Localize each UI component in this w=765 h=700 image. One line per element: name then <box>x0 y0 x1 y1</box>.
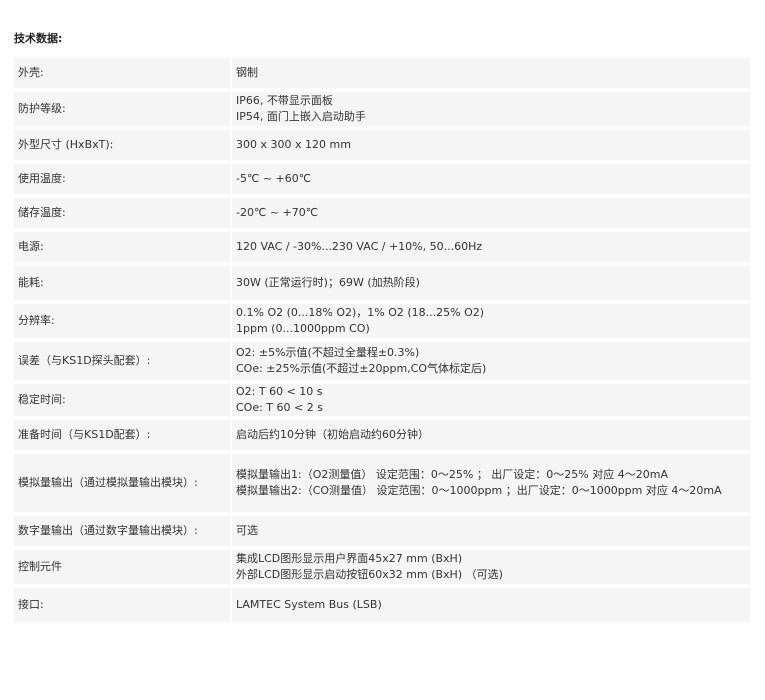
spec-value-line: 启动后约10分钟（初始启动约60分钟） <box>236 428 429 441</box>
spec-label: 控制元件 <box>14 550 232 584</box>
spec-value-line: 300 x 300 x 120 mm <box>236 138 351 151</box>
spec-label: 外壳: <box>14 58 232 88</box>
spec-value-line: COe: ±25%示值(不超过±20ppm,CO气体标定后) <box>236 362 487 375</box>
spec-value-line: COe: T 60 < 2 s <box>236 401 323 414</box>
spec-row: 数字量输出（通过数字量输出模块）: 可选 <box>14 516 750 546</box>
spec-value-line: 外部LCD图形显示启动按钮60x32 mm (BxH) （可选) <box>236 568 503 581</box>
spec-row: 储存温度: -20℃ ~ +70℃ <box>14 198 750 228</box>
spec-value-line: 120 VAC / -30%...230 VAC / +10%, 50...60… <box>236 240 483 253</box>
spec-value: 集成LCD图形显示用户界面45x27 mm (BxH) 外部LCD图形显示启动按钮… <box>232 550 750 584</box>
spec-value-line: 1ppm (0...1000ppm CO) <box>236 322 370 335</box>
spec-table-body: 外壳: 钢制 防护等级: IP66, 不带显示面板 IP54, 面门上嵌入启动助手 外型尺… <box>14 58 750 622</box>
spec-value: 可选 <box>232 516 750 546</box>
spec-label: 数字量输出（通过数字量输出模块）: <box>14 516 232 546</box>
spec-value-line: 模拟量输出1:（O2测量值） 设定范围：0～25% ； 出厂设定：0～25% 对… <box>236 468 668 481</box>
spec-value-line: 0.1% O2 (0...18% O2)，1% O2 (18...25% O2) <box>236 306 485 319</box>
spec-value: 启动后约10分钟（初始启动约60分钟） <box>232 420 750 450</box>
spec-label: 稳定时间: <box>14 384 232 416</box>
spec-value-line: IP54, 面门上嵌入启动助手 <box>236 110 366 123</box>
spec-row: 使用温度: -5℃ ~ +60℃ <box>14 164 750 194</box>
spec-value: O2: ±5%示值(不超过全量程±0.3%) COe: ±25%示值(不超过±20… <box>232 342 750 380</box>
spec-value: LAMTEC System Bus (LSB) <box>232 588 750 622</box>
spec-value-line: 集成LCD图形显示用户界面45x27 mm (BxH) <box>236 552 463 565</box>
spec-value: -5℃ ~ +60℃ <box>232 164 750 194</box>
spec-label: 能耗: <box>14 266 232 300</box>
spec-label: 误差（与KS1D探头配套）: <box>14 342 232 380</box>
spec-row: 电源: 120 VAC / -30%...230 VAC / +10%, 50..… <box>14 232 750 262</box>
spec-page: 技术数据: 外壳: 钢制 防护等级: IP66, 不带显示面板 IP54, 面门上嵌入启… <box>14 30 750 626</box>
spec-value: O2: T 60 < 10 s COe: T 60 < 2 s <box>232 384 750 416</box>
spec-label: 准备时间（与KS1D配套）: <box>14 420 232 450</box>
spec-row: 接口: LAMTEC System Bus (LSB) <box>14 588 750 622</box>
spec-row: 能耗: 30W (正常运行时)；69W (加热阶段) <box>14 266 750 300</box>
spec-row: 准备时间（与KS1D配套）: 启动后约10分钟（初始启动约60分钟） <box>14 420 750 450</box>
spec-value: 钢制 <box>232 58 750 88</box>
spec-value: 300 x 300 x 120 mm <box>232 130 750 160</box>
spec-label: 电源: <box>14 232 232 262</box>
spec-value-line: O2: ±5%示值(不超过全量程±0.3%) <box>236 346 420 359</box>
spec-value-line: 模拟量输出2:（CO测量值） 设定范围：0～1000ppm ；出厂设定：0～10… <box>236 484 722 497</box>
spec-row: 外壳: 钢制 <box>14 58 750 88</box>
spec-row: 控制元件 集成LCD图形显示用户界面45x27 mm (BxH) 外部LCD图形显示… <box>14 550 750 584</box>
spec-label: 接口: <box>14 588 232 622</box>
spec-value: 30W (正常运行时)；69W (加热阶段) <box>232 266 750 300</box>
spec-value-line: 可选 <box>236 524 258 537</box>
spec-value-line: 30W (正常运行时)；69W (加热阶段) <box>236 276 420 289</box>
spec-row: 模拟量输出（通过模拟量输出模块）: 模拟量输出1:（O2测量值） 设定范围：0～2… <box>14 454 750 512</box>
spec-value-line: LAMTEC System Bus (LSB) <box>236 598 382 611</box>
spec-row: 防护等级: IP66, 不带显示面板 IP54, 面门上嵌入启动助手 <box>14 92 750 126</box>
spec-value-line: 钢制 <box>236 66 258 79</box>
spec-value: IP66, 不带显示面板 IP54, 面门上嵌入启动助手 <box>232 92 750 126</box>
spec-value-line: O2: T 60 < 10 s <box>236 385 323 398</box>
spec-table: 外壳: 钢制 防护等级: IP66, 不带显示面板 IP54, 面门上嵌入启动助手 外型尺… <box>14 54 750 626</box>
spec-value-line: -5℃ ~ +60℃ <box>236 172 312 185</box>
spec-label: 分辨率: <box>14 304 232 338</box>
spec-value: 120 VAC / -30%...230 VAC / +10%, 50...60… <box>232 232 750 262</box>
spec-row: 误差（与KS1D探头配套）: O2: ±5%示值(不超过全量程±0.3%) COe:… <box>14 342 750 380</box>
spec-row: 外型尺寸 (HxBxT): 300 x 300 x 120 mm <box>14 130 750 160</box>
spec-row: 稳定时间: O2: T 60 < 10 s COe: T 60 < 2 s <box>14 384 750 416</box>
section-heading: 技术数据: <box>14 32 63 45</box>
spec-value: 0.1% O2 (0...18% O2)，1% O2 (18...25% O2)… <box>232 304 750 338</box>
spec-value-line: -20℃ ~ +70℃ <box>236 206 319 219</box>
spec-label: 模拟量输出（通过模拟量输出模块）: <box>14 454 232 512</box>
spec-label: 储存温度: <box>14 198 232 228</box>
spec-value: -20℃ ~ +70℃ <box>232 198 750 228</box>
spec-label: 外型尺寸 (HxBxT): <box>14 130 232 160</box>
spec-label: 使用温度: <box>14 164 232 194</box>
spec-value-line: IP66, 不带显示面板 <box>236 94 333 107</box>
spec-row: 分辨率: 0.1% O2 (0...18% O2)，1% O2 (18...25%… <box>14 304 750 338</box>
spec-value: 模拟量输出1:（O2测量值） 设定范围：0～25% ； 出厂设定：0～25% 对… <box>232 454 750 512</box>
spec-label: 防护等级: <box>14 92 232 126</box>
